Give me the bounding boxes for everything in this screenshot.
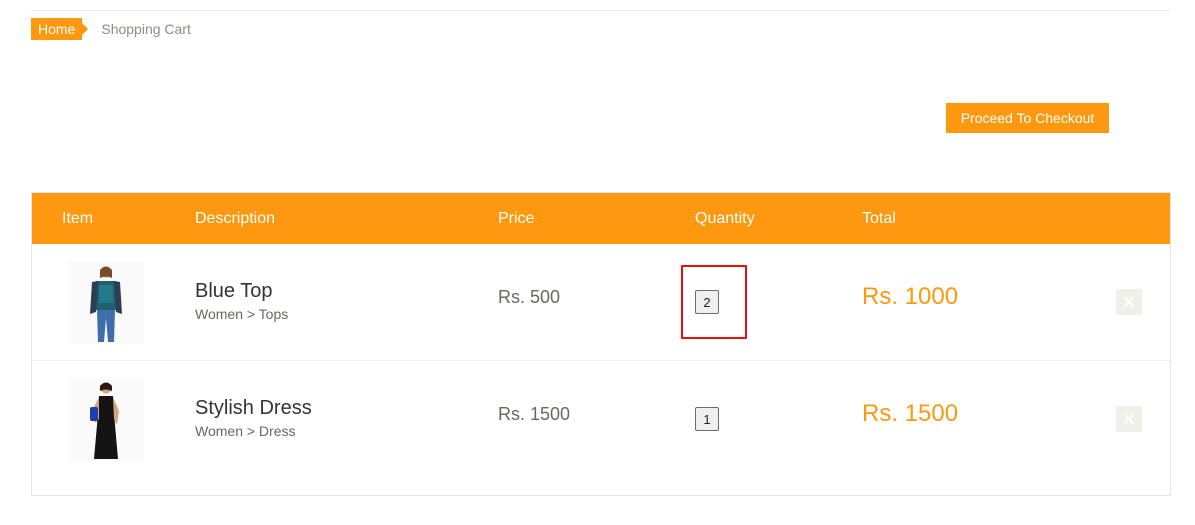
header-description: Description <box>195 210 276 227</box>
woman-in-blue-top-image <box>68 262 144 344</box>
breadcrumb-home-link[interactable]: Home <box>31 18 89 40</box>
product-price: Rs. 500 <box>498 287 561 307</box>
product-category: Women > Dress <box>195 423 296 439</box>
product-name[interactable]: Stylish Dress <box>195 397 312 420</box>
cart-table: Item Description Price Quantity Total Bl… <box>31 192 1171 496</box>
header-quantity: Quantity <box>695 210 755 227</box>
proceed-to-checkout-button[interactable]: Proceed To Checkout <box>946 103 1109 133</box>
table-row: Blue Top Women > Tops Rs. 500 2 Rs. 1000 <box>32 244 1170 360</box>
close-icon <box>1124 297 1134 307</box>
breadcrumb-current: Shopping Cart <box>101 21 191 37</box>
table-row: Stylish Dress Women > Dress Rs. 1500 1 R… <box>32 360 1170 476</box>
close-icon <box>1124 414 1134 424</box>
quantity-button[interactable]: 1 <box>695 407 719 431</box>
product-image[interactable] <box>68 262 144 344</box>
breadcrumb: Home Shopping Cart <box>31 18 191 40</box>
product-price: Rs. 1500 <box>498 404 571 424</box>
remove-item-button[interactable] <box>1116 406 1142 432</box>
header-total: Total <box>862 210 896 227</box>
header-item: Item <box>62 210 94 227</box>
product-total: Rs. 1500 <box>862 400 959 427</box>
product-name[interactable]: Blue Top <box>195 280 272 303</box>
product-image[interactable] <box>68 379 144 461</box>
product-total: Rs. 1000 <box>862 283 959 310</box>
woman-in-black-dress-image <box>68 379 144 461</box>
quantity-button[interactable]: 2 <box>695 290 719 314</box>
product-category: Women > Tops <box>195 306 289 322</box>
cart-table-header: Item Description Price Quantity Total <box>32 193 1170 244</box>
header-price: Price <box>498 210 535 227</box>
cart-page: Home Shopping Cart Proceed To Checkout I… <box>0 0 1195 525</box>
remove-item-button[interactable] <box>1116 289 1142 315</box>
top-divider <box>31 10 1171 11</box>
